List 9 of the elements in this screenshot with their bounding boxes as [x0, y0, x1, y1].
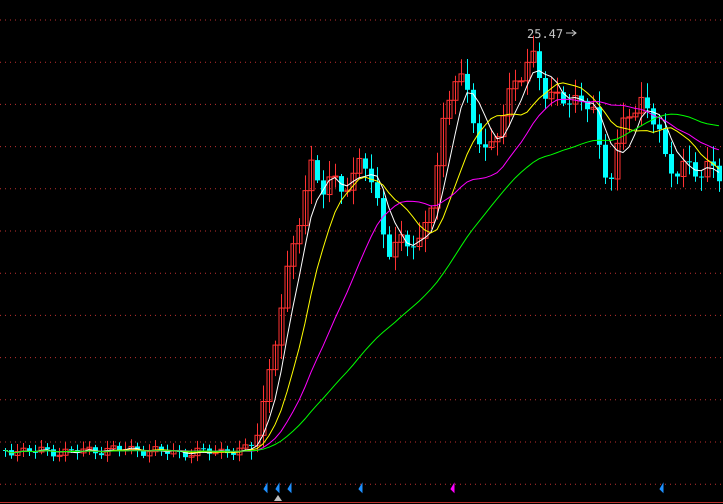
- flag-icon: [287, 482, 292, 494]
- flag-icon: [263, 482, 268, 494]
- price-label: 25.47: [527, 27, 564, 41]
- flag-icon: [659, 482, 664, 494]
- arrow-icon: [566, 30, 577, 36]
- flag-icon: [358, 482, 362, 494]
- flag-icon: [275, 482, 280, 494]
- flag-icon: [450, 482, 454, 494]
- triangle-icon: [274, 495, 282, 501]
